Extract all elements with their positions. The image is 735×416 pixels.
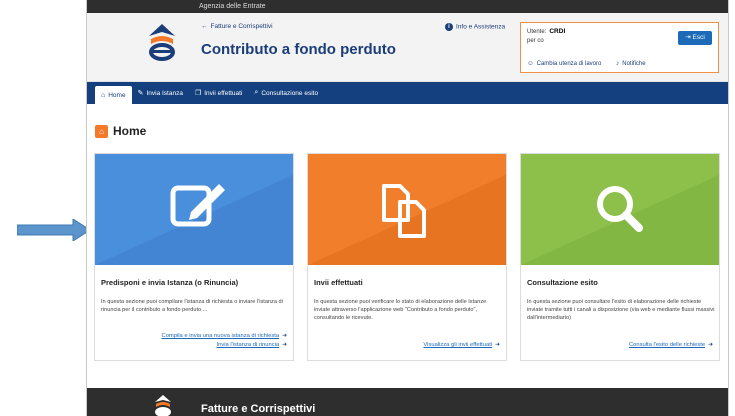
pointer-arrow-icon [17,219,91,241]
check-outcome-link[interactable]: Consulta l'esito delle richieste ➔ [629,342,713,348]
agency-name: Agenzia delle Entrate [199,3,266,10]
card-tile[interactable] [308,154,506,265]
nav-home[interactable]: ⌂ Home [95,86,132,104]
user-name: CRDI [549,28,566,35]
arrow-right-icon: ➔ [495,342,500,348]
arrow-left-icon: ← [201,23,208,30]
card-title: Consultazione esito [527,278,598,287]
arrow-right-icon: ➔ [282,333,287,339]
change-user-link[interactable]: ☺ Cambia utenza di lavoro [527,60,601,67]
page-heading: ⌂ Home [95,124,146,138]
card-consultazione-esito[interactable]: Consultazione esito In questa sezione pu… [520,153,720,361]
user-label: Utente: [527,29,547,35]
notifications-label: Notifiche [622,61,646,67]
user-panel: Utente: CRDI per co ⇥ Esci ☺ Cambia utenza… [520,22,719,73]
view-submissions-link[interactable]: Visualizza gli invii effettuati ➔ [423,342,500,348]
users-icon: ☺ [527,60,534,67]
arrow-right-icon: ➔ [282,342,287,348]
exit-label: Esci [692,34,705,41]
info-assistance-link[interactable]: i Info e Assistenza [445,23,505,31]
card-invii-effettuati[interactable]: Invii effettuati In questa sezione puoi … [307,153,507,361]
agency-logo-icon[interactable] [145,22,179,64]
card-tile[interactable] [521,154,719,265]
withdraw-request-link[interactable]: Invia l'istanza di rinuncia ➔ [216,342,287,348]
agency-logo-icon [155,395,171,416]
card-title: Invii effettuati [314,278,363,287]
page-title: Contributo a fondo perduto [201,41,396,58]
card-title: Predisponi e invia Istanza (o Rinuncia) [101,278,239,287]
agency-topbar: Agenzia delle Entrate [87,0,728,13]
edit-icon: ✎ [137,90,144,97]
nav-consultazione-esito-label: Consultazione esito [261,89,319,97]
breadcrumb-label: Fatture e Corrispettivi [210,23,273,30]
nav-consultazione-esito[interactable]: ⌕ Consultazione esito [248,82,324,104]
user-line: Utente: CRDI [527,28,565,35]
footer: Fatture e Corrispettivi [87,388,728,416]
card-tile[interactable] [95,154,293,265]
nav-invii-effettuati[interactable]: ❐ Invii effettuati [189,82,248,104]
per-conto-text: per co [527,38,544,44]
change-user-label: Cambia utenza di lavoro [536,61,602,67]
notifications-link[interactable]: ♪ Notifiche [616,60,646,67]
footer-title: Fatture e Corrispettivi [201,403,316,415]
exit-button[interactable]: ⇥ Esci [678,31,712,45]
home-icon: ⌂ [101,91,106,99]
info-link-label: Info e Assistenza [456,23,506,31]
app-header: ← Fatture e Corrispettivi Contributo a fo… [87,13,728,82]
home-heading: Home [113,124,147,138]
nav-home-label: Home [108,91,126,99]
nav-invia-istanza[interactable]: ✎ Invia Istanza [132,82,189,104]
search-icon: ⌕ [254,89,259,96]
card-description: In questa sezione puoi verificare lo sta… [314,299,487,321]
card-predisponi-istanza[interactable]: Predisponi e invia Istanza (o Rinuncia) … [94,153,294,361]
nav-invia-istanza-label: Invia Istanza [146,89,183,97]
card-description: In questa sezione puoi consultare l'esit… [527,299,715,321]
arrow-right-icon: ➔ [708,342,713,348]
info-icon: i [445,23,453,31]
bell-icon: ♪ [616,60,620,67]
new-request-link[interactable]: Compila e invia una nuova istanza di ric… [162,333,287,339]
browser-page: Agenzia delle Entrate ← Fatture e Corrisp… [86,0,729,416]
card-description: In questa sezione puoi compilare l'istan… [101,299,283,313]
breadcrumb[interactable]: ← Fatture e Corrispettivi [201,23,273,30]
main-nav: ⌂ Home ✎ Invia Istanza ❐ Invii effettuati ⌕… [87,82,728,104]
nav-invii-effettuati-label: Invii effettuati [204,89,243,97]
home-icon: ⌂ [95,124,108,138]
copy-icon: ❐ [194,90,202,97]
